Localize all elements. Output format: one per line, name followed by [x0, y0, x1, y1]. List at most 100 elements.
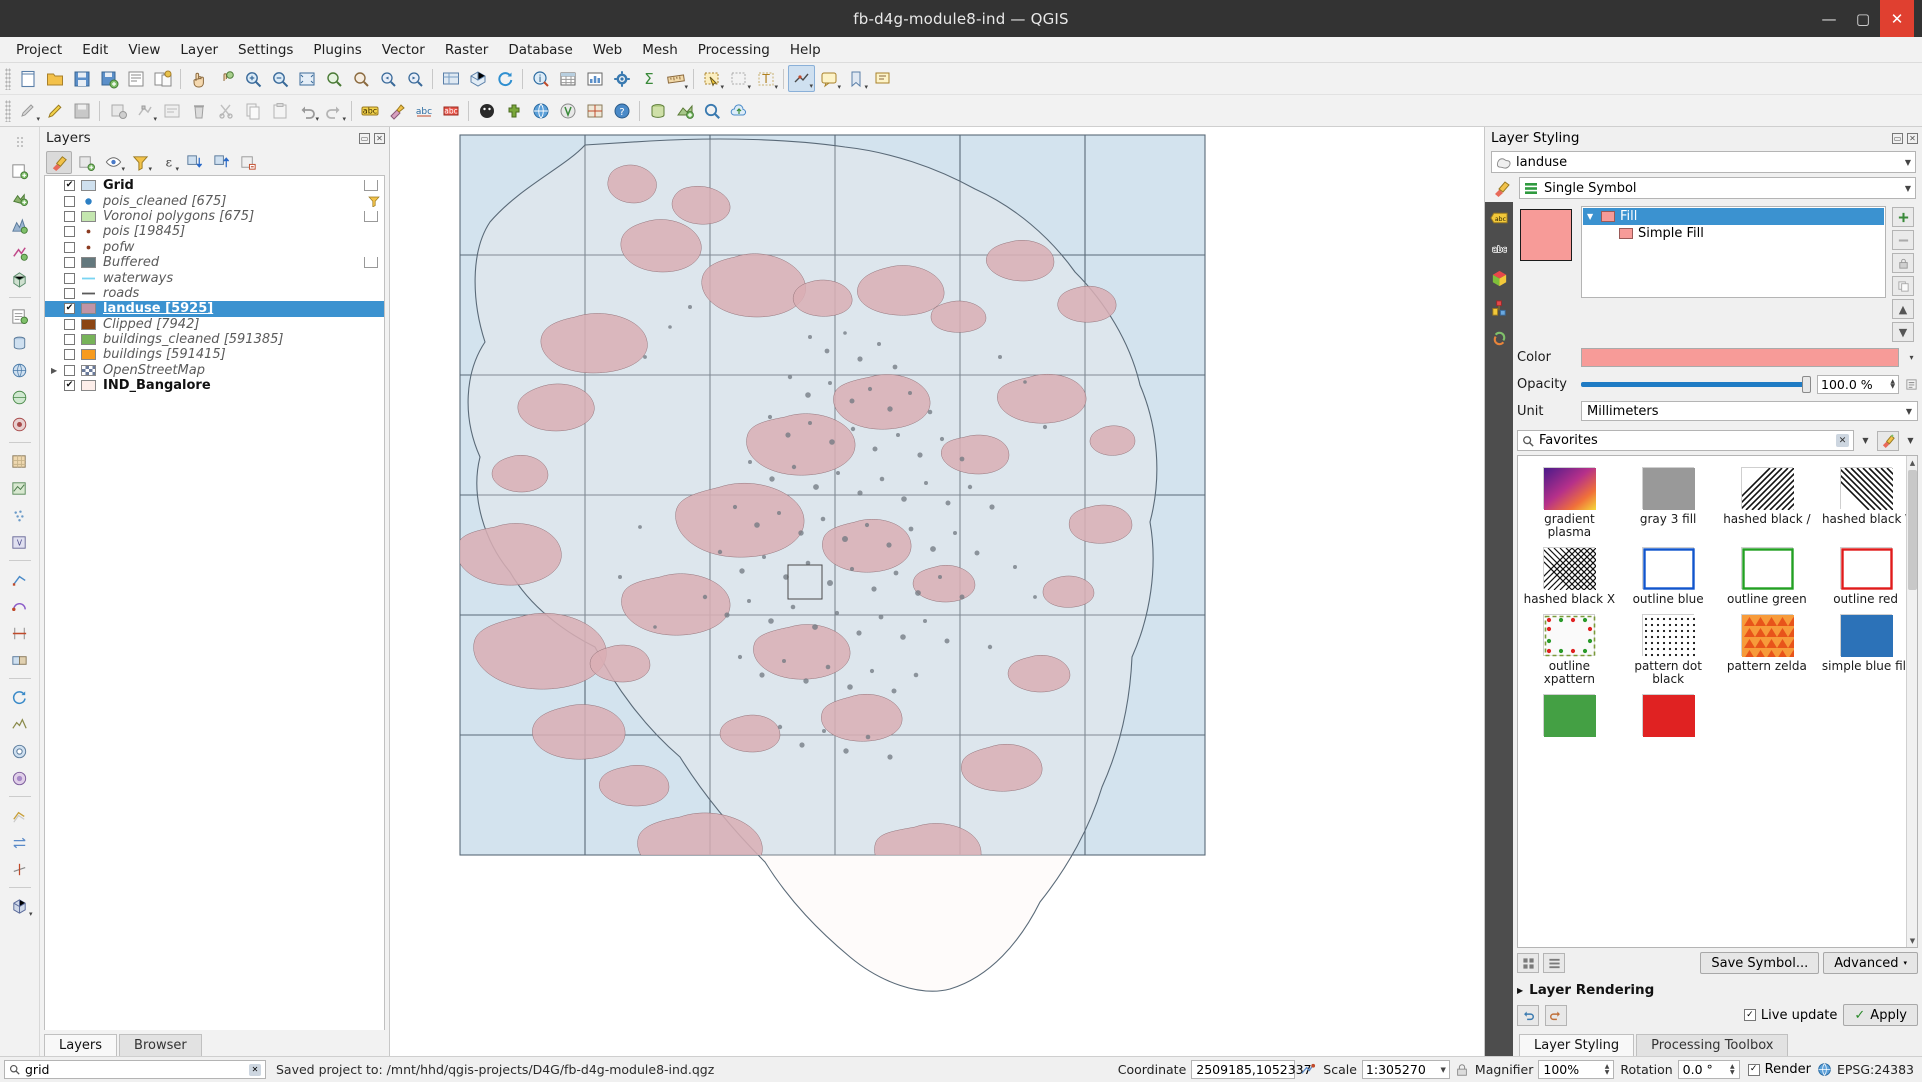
layer-visibility-checkbox[interactable] — [64, 226, 75, 238]
tab-processing-toolbox[interactable]: Processing Toolbox — [1636, 1034, 1789, 1056]
toggle-extents-icon[interactable] — [1300, 1062, 1317, 1077]
move-symbol-layer-up-button[interactable]: ▲ — [1892, 299, 1914, 319]
layer-visibility-checkbox[interactable]: ✔ — [64, 380, 75, 392]
spinner-arrows[interactable]: ▲ ▼ — [1730, 1063, 1735, 1076]
3d-view-icon[interactable] — [1488, 268, 1510, 288]
layer-visibility-checkbox[interactable] — [64, 287, 75, 299]
layer-tree-item[interactable]: roads — [45, 286, 384, 301]
data-defined-override-icon[interactable] — [1905, 378, 1918, 391]
layer-tree[interactable]: ✔ Grid pois_cleaned [675] Voronoi polygons … — [44, 175, 385, 1030]
checkbox-box[interactable]: ✓ — [1747, 1063, 1760, 1076]
lock-scale-icon[interactable] — [1455, 1063, 1469, 1077]
qgis-cloud-icon[interactable] — [725, 97, 752, 124]
float-panel-icon[interactable]: ▭ — [359, 132, 370, 144]
minimize-button[interactable]: — — [1812, 0, 1846, 37]
layer-tree-item[interactable]: ✔ IND_Bangalore — [45, 378, 384, 393]
layer-tree-item[interactable]: Buffered — [45, 255, 384, 270]
remove-layer-icon[interactable] — [235, 151, 261, 174]
menu-mesh[interactable]: Mesh — [632, 39, 688, 61]
duplicate-symbol-layer-button[interactable] — [1892, 276, 1914, 296]
maximize-button[interactable]: ▢ — [1846, 0, 1880, 37]
layer-filter-icon[interactable] — [368, 196, 380, 207]
renderer-type-combo[interactable]: Single Symbol ▼ — [1519, 177, 1916, 199]
open-layer-styling-panel-icon[interactable] — [46, 150, 72, 174]
georeferencer-icon[interactable] — [581, 97, 608, 124]
symbol-gallery[interactable]: gradient plasma gray 3 fill hashed black /… — [1517, 455, 1918, 948]
advanced-button[interactable]: Advanced ▾ — [1823, 952, 1918, 974]
layer-tree-item[interactable]: pois_cleaned [675] — [45, 193, 384, 209]
add-virtual-layer-icon[interactable]: V — [6, 529, 34, 555]
pan-to-selection-icon[interactable] — [212, 65, 239, 92]
new-map-view-icon[interactable] — [437, 65, 464, 92]
slider-handle[interactable] — [1802, 375, 1811, 393]
scroll-up-icon[interactable]: ▲ — [1908, 457, 1917, 468]
layer-visibility-checkbox[interactable] — [64, 241, 75, 253]
symbol-layer-row[interactable]: Simple Fill — [1583, 225, 1884, 242]
unit-combo[interactable]: Millimeters ▼ — [1581, 401, 1918, 421]
symbol-search-input[interactable]: Favorites ✕ — [1517, 430, 1854, 451]
toolbar-grip[interactable] — [5, 67, 11, 90]
layer-tree-item[interactable]: pois [19845] — [45, 224, 384, 239]
layer-visibility-checkbox[interactable] — [64, 257, 75, 269]
layer-visibility-checkbox[interactable] — [64, 318, 75, 330]
symbol-gallery-item[interactable]: pattern zelda — [1718, 609, 1817, 689]
layer-edit-buffer-icon[interactable] — [364, 210, 378, 222]
map-render-area[interactable] — [390, 127, 1484, 1056]
statistical-summary-icon[interactable] — [581, 65, 608, 92]
spinner-arrows[interactable]: ▲ ▼ — [1605, 1063, 1610, 1076]
save-project-as-icon[interactable] — [95, 65, 122, 92]
checkbox-box[interactable]: ✓ — [1743, 1009, 1756, 1021]
symbol-gallery-item[interactable] — [1520, 689, 1619, 743]
reshape-features-icon[interactable] — [6, 593, 34, 619]
deselect-features-icon[interactable]: ▾ — [725, 65, 752, 92]
chevron-down-icon[interactable]: ▼ — [1903, 436, 1918, 445]
funnel-icon[interactable]: ▾ — [127, 151, 153, 174]
layer-visibility-checkbox[interactable]: ✔ — [64, 303, 75, 315]
refresh-icon[interactable] — [491, 65, 518, 92]
symbol-gallery-item[interactable]: gradient plasma — [1520, 462, 1619, 542]
move-symbol-layer-down-button[interactable]: ▼ — [1892, 322, 1914, 342]
menu-layer[interactable]: Layer — [170, 39, 228, 61]
layer-tree-item[interactable]: waterways — [45, 270, 384, 286]
chevron-down-icon[interactable]: ▾ — [1905, 353, 1918, 362]
new-mesh-layer-icon[interactable] — [6, 266, 34, 292]
save-symbol-button[interactable]: Save Symbol... — [1700, 952, 1820, 974]
add-postgis-layer-icon[interactable] — [6, 330, 34, 356]
style-manager-icon[interactable] — [383, 97, 410, 124]
select-features-icon[interactable]: ▾ — [698, 65, 725, 92]
add-vector-layer-icon[interactable] — [671, 97, 698, 124]
simplify-feature-icon[interactable] — [6, 711, 34, 737]
symbol-layer-row[interactable]: ▼ Fill — [1583, 208, 1884, 225]
sum-statistics-icon[interactable]: Σ — [635, 65, 662, 92]
trim-extend-icon[interactable] — [6, 856, 34, 882]
layer-visibility-checkbox[interactable]: ✔ — [64, 180, 75, 192]
toolbar-grip[interactable] — [5, 99, 11, 122]
pin-labels-icon[interactable]: abc — [437, 97, 464, 124]
apply-button[interactable]: ✓ Apply — [1843, 1004, 1918, 1026]
processing-toolbox-icon[interactable] — [608, 65, 635, 92]
remove-symbol-layer-button[interactable] — [1892, 230, 1914, 250]
add-point-cloud-layer-icon[interactable] — [6, 502, 34, 528]
tab-browser[interactable]: Browser — [119, 1034, 202, 1056]
add-ring-icon[interactable] — [6, 738, 34, 764]
scale-combo[interactable]: 1:305270 ▼ — [1361, 1060, 1450, 1079]
lock-symbol-layer-button[interactable] — [1892, 253, 1914, 273]
python-console-icon[interactable] — [473, 97, 500, 124]
list-view-button[interactable] — [1543, 953, 1565, 973]
split-features-icon[interactable] — [6, 620, 34, 646]
new-3d-map-view-icon[interactable] — [464, 65, 491, 92]
render-checkbox[interactable]: ✓ Render — [1747, 1062, 1811, 1077]
new-geopackage-layer-icon[interactable] — [6, 185, 34, 211]
zoom-to-selection-icon[interactable] — [320, 65, 347, 92]
3d-map-tool-icon[interactable]: ▾ — [6, 893, 34, 919]
rotate-feature-icon[interactable] — [6, 684, 34, 710]
redo-style-button[interactable] — [1545, 1004, 1567, 1026]
new-print-layout-icon[interactable] — [122, 65, 149, 92]
expand-triangle-icon[interactable]: ▶ — [51, 366, 64, 375]
add-raster-layer-icon[interactable] — [6, 448, 34, 474]
map-canvas[interactable] — [390, 127, 1484, 1056]
zoom-to-layer-icon[interactable] — [347, 65, 374, 92]
help-contents-icon[interactable]: ? — [608, 97, 635, 124]
tab-layer-styling[interactable]: Layer Styling — [1519, 1034, 1635, 1056]
zoom-out-icon[interactable] — [266, 65, 293, 92]
